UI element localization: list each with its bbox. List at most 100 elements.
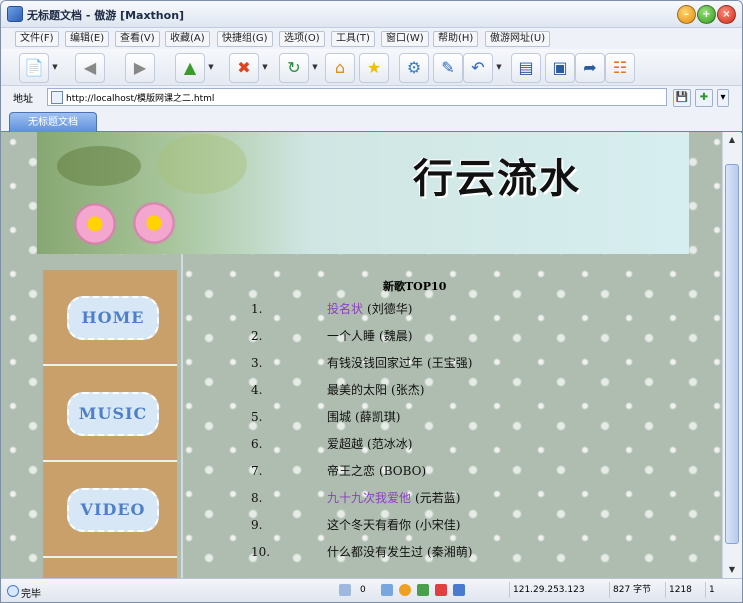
address-bar: 地址 💾 ✚ ▾ (1, 86, 742, 108)
song-number: 6. (251, 437, 263, 451)
song-link[interactable]: 什么都没有发生过 (秦湘萌) (327, 541, 472, 563)
address-field[interactable] (47, 88, 667, 106)
menu-favorites[interactable]: 收藏(A) (165, 31, 210, 47)
network-icon[interactable] (381, 584, 393, 596)
menu-groups[interactable]: 快捷组(G) (217, 31, 273, 47)
web-page: 行云流水 HOME MUSIC VIDEO 新歌TOP10 1. 投名状 (刘德华… (37, 132, 689, 578)
rss-icon[interactable]: ☷ (605, 53, 635, 83)
chevron-down-icon[interactable]: ▼ (207, 61, 215, 73)
menu-tools[interactable]: 工具(T) (331, 31, 375, 47)
song-link[interactable]: 投名状 (刘德华) (327, 298, 412, 320)
song-row: 6. 爱超越 (范冰冰) (243, 433, 663, 455)
proxy-icon[interactable] (453, 584, 465, 596)
status-count: 0 (360, 585, 366, 595)
edit-icon[interactable]: ✎ (433, 53, 463, 83)
menu-file[interactable]: 文件(F) (15, 31, 59, 47)
nav-home[interactable]: HOME (43, 270, 177, 366)
song-row: 9. 这个冬天有看你 (小宋佳) (243, 514, 663, 536)
status-globe-icon (7, 585, 19, 597)
nav-home-label: HOME (67, 296, 159, 340)
song-link[interactable]: 帝王之恋 (BOBO) (327, 460, 426, 482)
song-link[interactable]: 一个人睡 (魏晨) (327, 325, 412, 347)
scroll-up-icon[interactable]: ▲ (723, 132, 741, 148)
menu-options[interactable]: 选项(O) (279, 31, 325, 47)
home-icon[interactable]: ⌂ (325, 53, 355, 83)
nav-video-label: VIDEO (67, 488, 159, 532)
menu-help[interactable]: 帮助(H) (433, 31, 479, 47)
menu-view[interactable]: 查看(V) (115, 31, 160, 47)
song-link[interactable]: 围城 (薛凯琪) (327, 406, 400, 428)
app-icon (7, 6, 23, 22)
song-link[interactable]: 爱超越 (范冰冰) (327, 433, 412, 455)
close-button[interactable]: × (717, 5, 736, 24)
tools-icon[interactable]: ⚙ (399, 53, 429, 83)
song-number: 7. (251, 464, 263, 478)
address-label: 地址 (13, 94, 33, 105)
export-icon[interactable]: ➦ (575, 53, 605, 83)
back-icon[interactable]: ◀ (75, 53, 105, 83)
status-time: 1218 (665, 582, 695, 598)
status-page: 1 (705, 582, 718, 598)
chevron-down-icon[interactable]: ▾ (717, 89, 729, 107)
page-viewport: 行云流水 HOME MUSIC VIDEO 新歌TOP10 1. 投名状 (刘德华… (1, 132, 722, 578)
tab-untitled-document[interactable]: 无标题文档 (9, 112, 97, 132)
flower-image (129, 198, 179, 248)
flower-image (73, 202, 117, 246)
menu-maxthon-sites[interactable]: 傲游网址(U) (485, 31, 551, 47)
ad-filter-icon[interactable] (435, 584, 447, 596)
favorites-icon[interactable]: ★ (359, 53, 389, 83)
status-ip: 121.29.253.123 (509, 582, 588, 598)
song-number: 8. (251, 491, 263, 505)
up-icon[interactable]: ▲ (175, 53, 205, 83)
songs-title: 新歌TOP10 (383, 280, 447, 293)
download-icon[interactable] (417, 584, 429, 596)
address-input[interactable] (64, 89, 648, 105)
tab-bar: 无标题文档 (1, 109, 742, 133)
scrollbar-thumb[interactable] (725, 164, 739, 544)
chevron-down-icon[interactable]: ▼ (51, 61, 59, 73)
song-number: 10. (251, 545, 271, 559)
song-row: 7. 帝王之恋 (BOBO) (243, 460, 663, 482)
refresh-icon[interactable]: ↻ (279, 53, 309, 83)
browser-window: 无标题文档 - 傲游 [Maxthon] – + × 文件(F) 编辑(E) 查… (0, 0, 743, 603)
song-number: 4. (251, 383, 263, 397)
security-icon[interactable] (339, 584, 351, 596)
song-link[interactable]: 这个冬天有看你 (小宋佳) (327, 514, 460, 536)
menu-edit[interactable]: 编辑(E) (65, 31, 110, 47)
song-number: 1. (251, 302, 263, 316)
grass-decoration (157, 134, 247, 194)
song-link[interactable]: 最美的太阳 (张杰) (327, 379, 424, 401)
toolbar: 📄 ▼ ◀ ▶ ▲ ▼ ✖ ▼ ↻ ▼ ⌂ ★ ⚙ ✎ ↶ ▼ ▤ ▣ ➦ ☷ (1, 49, 742, 86)
page-icon (51, 91, 63, 104)
new-page-icon[interactable]: 📄 (19, 53, 49, 83)
nav-music[interactable]: MUSIC (43, 366, 177, 462)
vertical-scrollbar[interactable]: ▲ ▼ (722, 132, 741, 578)
forward-icon[interactable]: ▶ (125, 53, 155, 83)
scroll-down-icon[interactable]: ▼ (723, 562, 741, 578)
banner-title: 行云流水 (413, 155, 581, 202)
song-row: 4. 最美的太阳 (张杰) (243, 379, 663, 401)
split-view-icon[interactable]: ▤ (511, 53, 541, 83)
menu-bar: 文件(F) 编辑(E) 查看(V) 收藏(A) 快捷组(G) 选项(O) 工具(… (1, 28, 742, 48)
go-icon[interactable]: ✚ (695, 89, 713, 107)
song-link[interactable]: 有钱没钱回家过年 (王宝强) (327, 352, 472, 374)
panel-icon[interactable]: ▣ (545, 53, 575, 83)
save-icon[interactable]: 💾 (673, 89, 691, 107)
title-bar: 无标题文档 - 傲游 [Maxthon] – + × (1, 1, 742, 28)
nav-more (43, 558, 177, 578)
nav-music-label: MUSIC (67, 392, 159, 436)
undo-icon[interactable]: ↶ (463, 53, 493, 83)
stop-icon[interactable]: ✖ (229, 53, 259, 83)
song-number: 3. (251, 356, 263, 370)
chevron-down-icon[interactable]: ▼ (495, 61, 503, 73)
menu-window[interactable]: 窗口(W) (381, 31, 429, 47)
chevron-down-icon[interactable]: ▼ (311, 61, 319, 73)
maximize-button[interactable]: + (697, 5, 716, 24)
minimize-button[interactable]: – (677, 5, 696, 24)
song-link[interactable]: 九十九次我爱他 (元若蓝) (327, 487, 460, 509)
window-title: 无标题文档 - 傲游 [Maxthon] (27, 9, 185, 22)
popup-block-icon[interactable] (399, 584, 411, 596)
chevron-down-icon[interactable]: ▼ (261, 61, 269, 73)
nav-video[interactable]: VIDEO (43, 462, 177, 558)
song-row: 2. 一个人睡 (魏晨) (243, 325, 663, 347)
